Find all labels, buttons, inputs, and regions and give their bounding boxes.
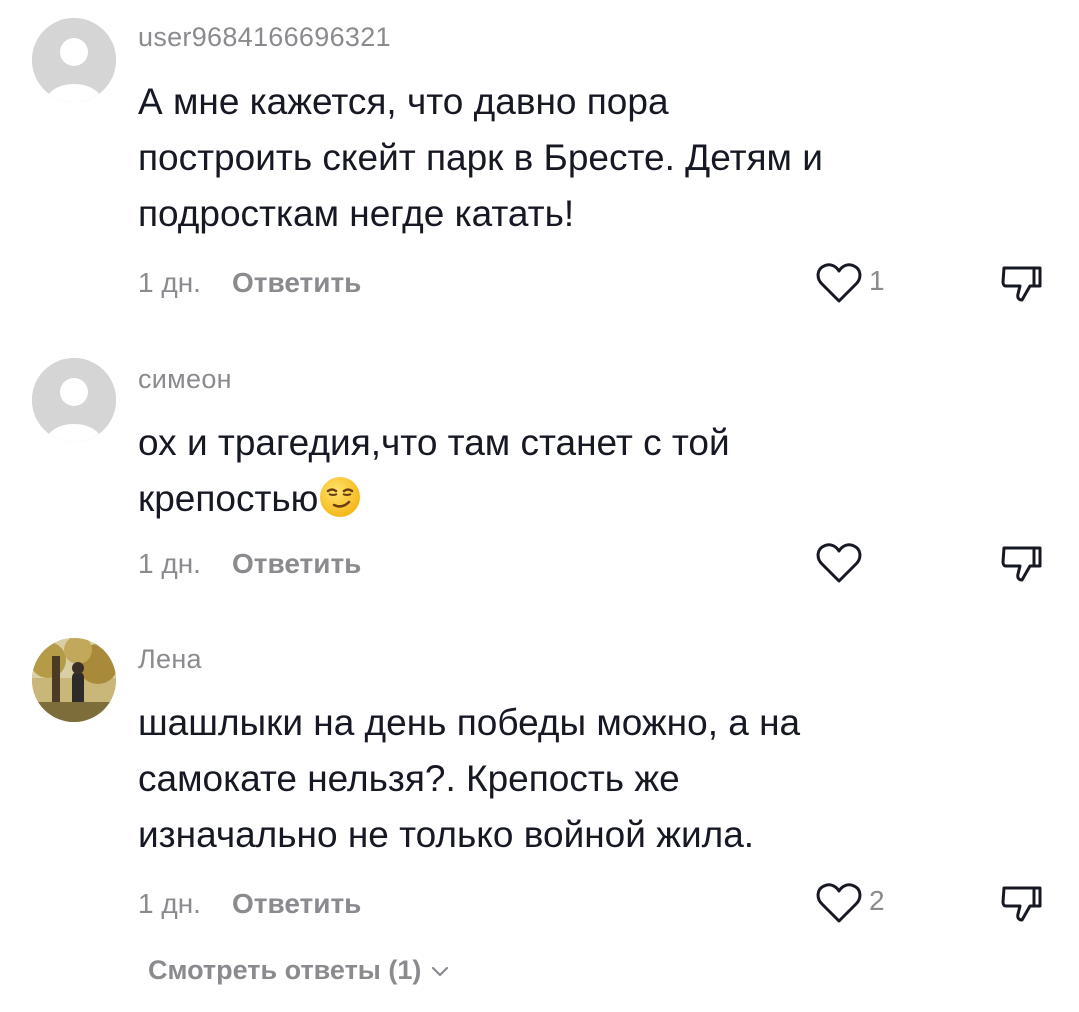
view-replies-label: Смотреть ответы (1) bbox=[148, 955, 422, 985]
avatar[interactable] bbox=[32, 18, 116, 102]
comment-text-line: крепостью bbox=[138, 478, 319, 519]
username[interactable]: user9684166696321 bbox=[138, 22, 391, 53]
comment-text-line: шашлыки на день победы можно, а на bbox=[138, 702, 801, 743]
thumbs-down-icon[interactable] bbox=[1000, 542, 1044, 586]
heart-icon[interactable] bbox=[816, 542, 862, 584]
comment-text-line: подросткам негде катать! bbox=[138, 193, 575, 234]
avatar[interactable] bbox=[32, 638, 116, 722]
view-replies-button[interactable]: Смотреть ответы (1) bbox=[148, 955, 451, 986]
comment-text-line: построить скейт парк в Бресте. Детям и bbox=[138, 137, 823, 178]
timestamp: 1 дн. bbox=[138, 548, 201, 579]
reply-button[interactable]: Ответить bbox=[232, 888, 361, 920]
comment-text: А мне кажется, что давно пора построить … bbox=[138, 74, 958, 242]
username[interactable]: симеон bbox=[138, 364, 232, 395]
heart-icon[interactable] bbox=[816, 882, 862, 924]
reply-button[interactable]: Ответить bbox=[232, 267, 361, 299]
smirking-face-icon bbox=[318, 475, 362, 519]
comment-text: шашлыки на день победы можно, а на самок… bbox=[138, 695, 958, 863]
heart-icon[interactable] bbox=[816, 262, 862, 304]
comment-text-line: А мне кажется, что давно пора bbox=[138, 81, 669, 122]
comment-text-line-with-emoji: крепостью bbox=[138, 471, 958, 527]
default-avatar-icon bbox=[32, 358, 116, 442]
thumbs-down-icon[interactable] bbox=[1000, 262, 1044, 306]
thumbs-down-icon[interactable] bbox=[1000, 882, 1044, 926]
like-count: 2 bbox=[869, 885, 885, 916]
avatar[interactable] bbox=[32, 358, 116, 442]
comment-text-line: самокате нельзя?. Крепость же bbox=[138, 758, 680, 799]
comment-text: ох и трагедия,что там станет с той крепо… bbox=[138, 415, 958, 527]
reply-button[interactable]: Ответить bbox=[232, 548, 361, 580]
chevron-down-icon bbox=[429, 958, 451, 980]
default-avatar-icon bbox=[32, 18, 116, 102]
timestamp: 1 дн. bbox=[138, 888, 201, 919]
username[interactable]: Лена bbox=[138, 644, 202, 675]
comment-text-line: изначально не только войной жила. bbox=[138, 814, 755, 855]
like-count: 1 bbox=[869, 265, 885, 296]
photo-avatar-icon bbox=[32, 638, 116, 722]
comment-text-line: ох и трагедия,что там станет с той bbox=[138, 422, 730, 463]
timestamp: 1 дн. bbox=[138, 267, 201, 298]
